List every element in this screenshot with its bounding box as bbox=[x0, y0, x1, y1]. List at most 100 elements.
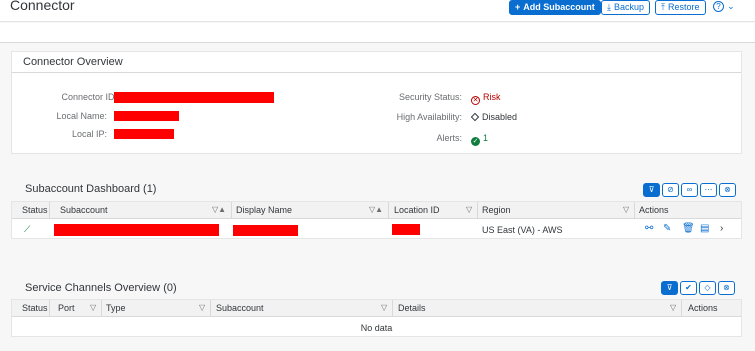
overview-divider bbox=[12, 72, 741, 73]
column-separator bbox=[477, 202, 478, 219]
col-status[interactable]: Status bbox=[22, 205, 48, 215]
enable-button[interactable]: ✔ bbox=[680, 281, 697, 295]
col-details[interactable]: Details bbox=[398, 303, 426, 313]
column-separator bbox=[231, 202, 232, 219]
column-separator bbox=[681, 300, 682, 317]
restore-button[interactable]: ⤒ Restore bbox=[655, 0, 706, 15]
filter-clear-icon: ⊽ bbox=[666, 283, 673, 292]
header-strip bbox=[0, 23, 755, 43]
security-status-label: Security Status: bbox=[398, 92, 462, 102]
connected-status-icon: ⟋ bbox=[24, 224, 31, 234]
col-status[interactable]: Status bbox=[22, 303, 48, 313]
close-circle-icon: ⊗ bbox=[724, 185, 731, 194]
alerts-value[interactable]: ✓ 1 bbox=[471, 133, 488, 146]
diamond-icon: ◇ bbox=[704, 283, 711, 292]
add-subaccount-button[interactable]: + Add Subaccount bbox=[509, 0, 601, 15]
subaccount-dashboard-count: (1) bbox=[143, 183, 157, 195]
remove-button[interactable]: ⊗ bbox=[719, 183, 736, 197]
column-separator bbox=[392, 300, 393, 317]
alerts-count: 1 bbox=[483, 133, 489, 143]
column-separator bbox=[49, 202, 50, 219]
plus-icon: + bbox=[515, 2, 521, 12]
backup-label: Backup bbox=[613, 2, 645, 12]
remove-button[interactable]: ⊗ bbox=[718, 281, 735, 295]
help-icon: ? bbox=[713, 1, 724, 12]
help-menu-button[interactable]: ? ⌄ bbox=[713, 0, 735, 12]
page-title: Connector bbox=[10, 0, 75, 13]
connect-icon[interactable]: ⚯ bbox=[645, 223, 653, 234]
table-row[interactable]: ⟋ US East (VA) - AWS ⚯ ✎ 🗑 ▤ › bbox=[12, 220, 741, 239]
clear-filter-button[interactable]: ⊽ bbox=[643, 183, 660, 197]
filter-clear-icon: ⊽ bbox=[648, 185, 655, 194]
filter-icon[interactable]: ▽ bbox=[466, 205, 472, 214]
subaccount-table: Status Subaccount ▽▲ Display Name ▽▲ Loc… bbox=[11, 201, 742, 239]
disconnect-icon: ⊘ bbox=[667, 185, 674, 194]
column-separator bbox=[388, 202, 389, 219]
backup-button[interactable]: ⤓ Backup bbox=[601, 0, 651, 15]
col-subaccount[interactable]: Subaccount bbox=[216, 303, 264, 313]
filter-sort-icon[interactable]: ▽▲ bbox=[212, 205, 226, 214]
connect-button[interactable]: ∞ bbox=[681, 183, 698, 197]
filter-icon[interactable]: ▽ bbox=[199, 303, 205, 312]
connector-id-label: Connector ID: bbox=[61, 92, 117, 102]
local-ip-redacted bbox=[114, 129, 174, 139]
col-location-id[interactable]: Location ID bbox=[394, 205, 440, 215]
filter-icon[interactable]: ▽ bbox=[623, 205, 629, 214]
table-header: Status Port ▽ Type ▽ Subaccount ▽ Detail… bbox=[12, 300, 741, 317]
high-availability-text: Disabled bbox=[482, 112, 518, 122]
col-type[interactable]: Type bbox=[106, 303, 126, 313]
disable-button[interactable]: ◇ bbox=[699, 281, 716, 295]
col-display-name[interactable]: Display Name bbox=[236, 205, 292, 215]
location-id-redacted bbox=[392, 224, 420, 235]
connector-overview-panel: Connector Overview Connector ID: Local N… bbox=[11, 51, 742, 154]
high-availability-label: High Availability: bbox=[396, 112, 462, 122]
subaccount-dashboard-title-text: Subaccount Dashboard bbox=[25, 183, 140, 195]
col-port[interactable]: Port bbox=[58, 303, 75, 313]
connector-id-redacted bbox=[114, 92, 274, 103]
checkmark-circle-icon: ✔ bbox=[685, 283, 692, 292]
service-channels-title-text: Service Channels Overview bbox=[25, 282, 161, 294]
alerts-label: Alerts: bbox=[436, 133, 462, 143]
column-separator bbox=[101, 300, 102, 317]
filter-icon[interactable]: ▽ bbox=[670, 303, 676, 312]
shell-header: Connector + Add Subaccount ⤓ Backup ⤒ Resto… bbox=[0, 0, 755, 22]
column-separator bbox=[634, 202, 635, 219]
local-name-redacted bbox=[114, 111, 179, 121]
service-channels-count: (0) bbox=[163, 282, 177, 294]
clear-filter-button[interactable]: ⊽ bbox=[661, 281, 678, 295]
restore-label: Restore bbox=[667, 2, 700, 12]
disconnect-button[interactable]: ⊘ bbox=[662, 183, 679, 197]
download-icon: ⤓ bbox=[607, 2, 611, 12]
filter-sort-icon[interactable]: ▽▲ bbox=[369, 205, 383, 214]
subaccount-redacted bbox=[54, 224, 219, 236]
delete-icon[interactable]: 🗑 bbox=[682, 223, 695, 234]
col-subaccount[interactable]: Subaccount bbox=[60, 205, 108, 215]
upload-icon: ⤒ bbox=[661, 2, 665, 12]
subaccount-dashboard-title: Subaccount Dashboard (1) bbox=[25, 183, 156, 195]
overview-title: Connector Overview bbox=[23, 56, 123, 68]
service-channels-title: Service Channels Overview (0) bbox=[25, 282, 177, 294]
empty-state-text: No data bbox=[360, 323, 393, 333]
chevron-right-icon[interactable]: › bbox=[720, 223, 723, 234]
more-button[interactable]: ⋯ bbox=[700, 183, 717, 197]
security-status-text: Risk bbox=[483, 92, 501, 102]
security-status-value: ✕ Risk bbox=[471, 92, 501, 105]
filter-icon[interactable]: ▽ bbox=[381, 303, 387, 312]
add-subaccount-label: Add Subaccount bbox=[523, 2, 595, 12]
column-separator bbox=[49, 300, 50, 317]
col-region[interactable]: Region bbox=[482, 205, 511, 215]
edit-icon[interactable]: ✎ bbox=[663, 223, 671, 234]
close-circle-icon: ⊗ bbox=[723, 283, 730, 292]
document-icon[interactable]: ▤ bbox=[700, 223, 709, 234]
error-circle-icon: ✕ bbox=[471, 96, 480, 105]
local-name-label: Local Name: bbox=[56, 111, 107, 121]
filter-icon[interactable]: ▽ bbox=[90, 303, 96, 312]
column-separator bbox=[210, 300, 211, 317]
col-actions: Actions bbox=[639, 205, 669, 215]
diamond-icon bbox=[470, 112, 480, 122]
table-header: Status Subaccount ▽▲ Display Name ▽▲ Loc… bbox=[12, 202, 741, 219]
high-availability-value: Disabled bbox=[470, 112, 518, 122]
region-cell: US East (VA) - AWS bbox=[482, 225, 563, 235]
checkmark-icon: ✓ bbox=[471, 137, 480, 146]
display-name-redacted bbox=[233, 225, 298, 236]
